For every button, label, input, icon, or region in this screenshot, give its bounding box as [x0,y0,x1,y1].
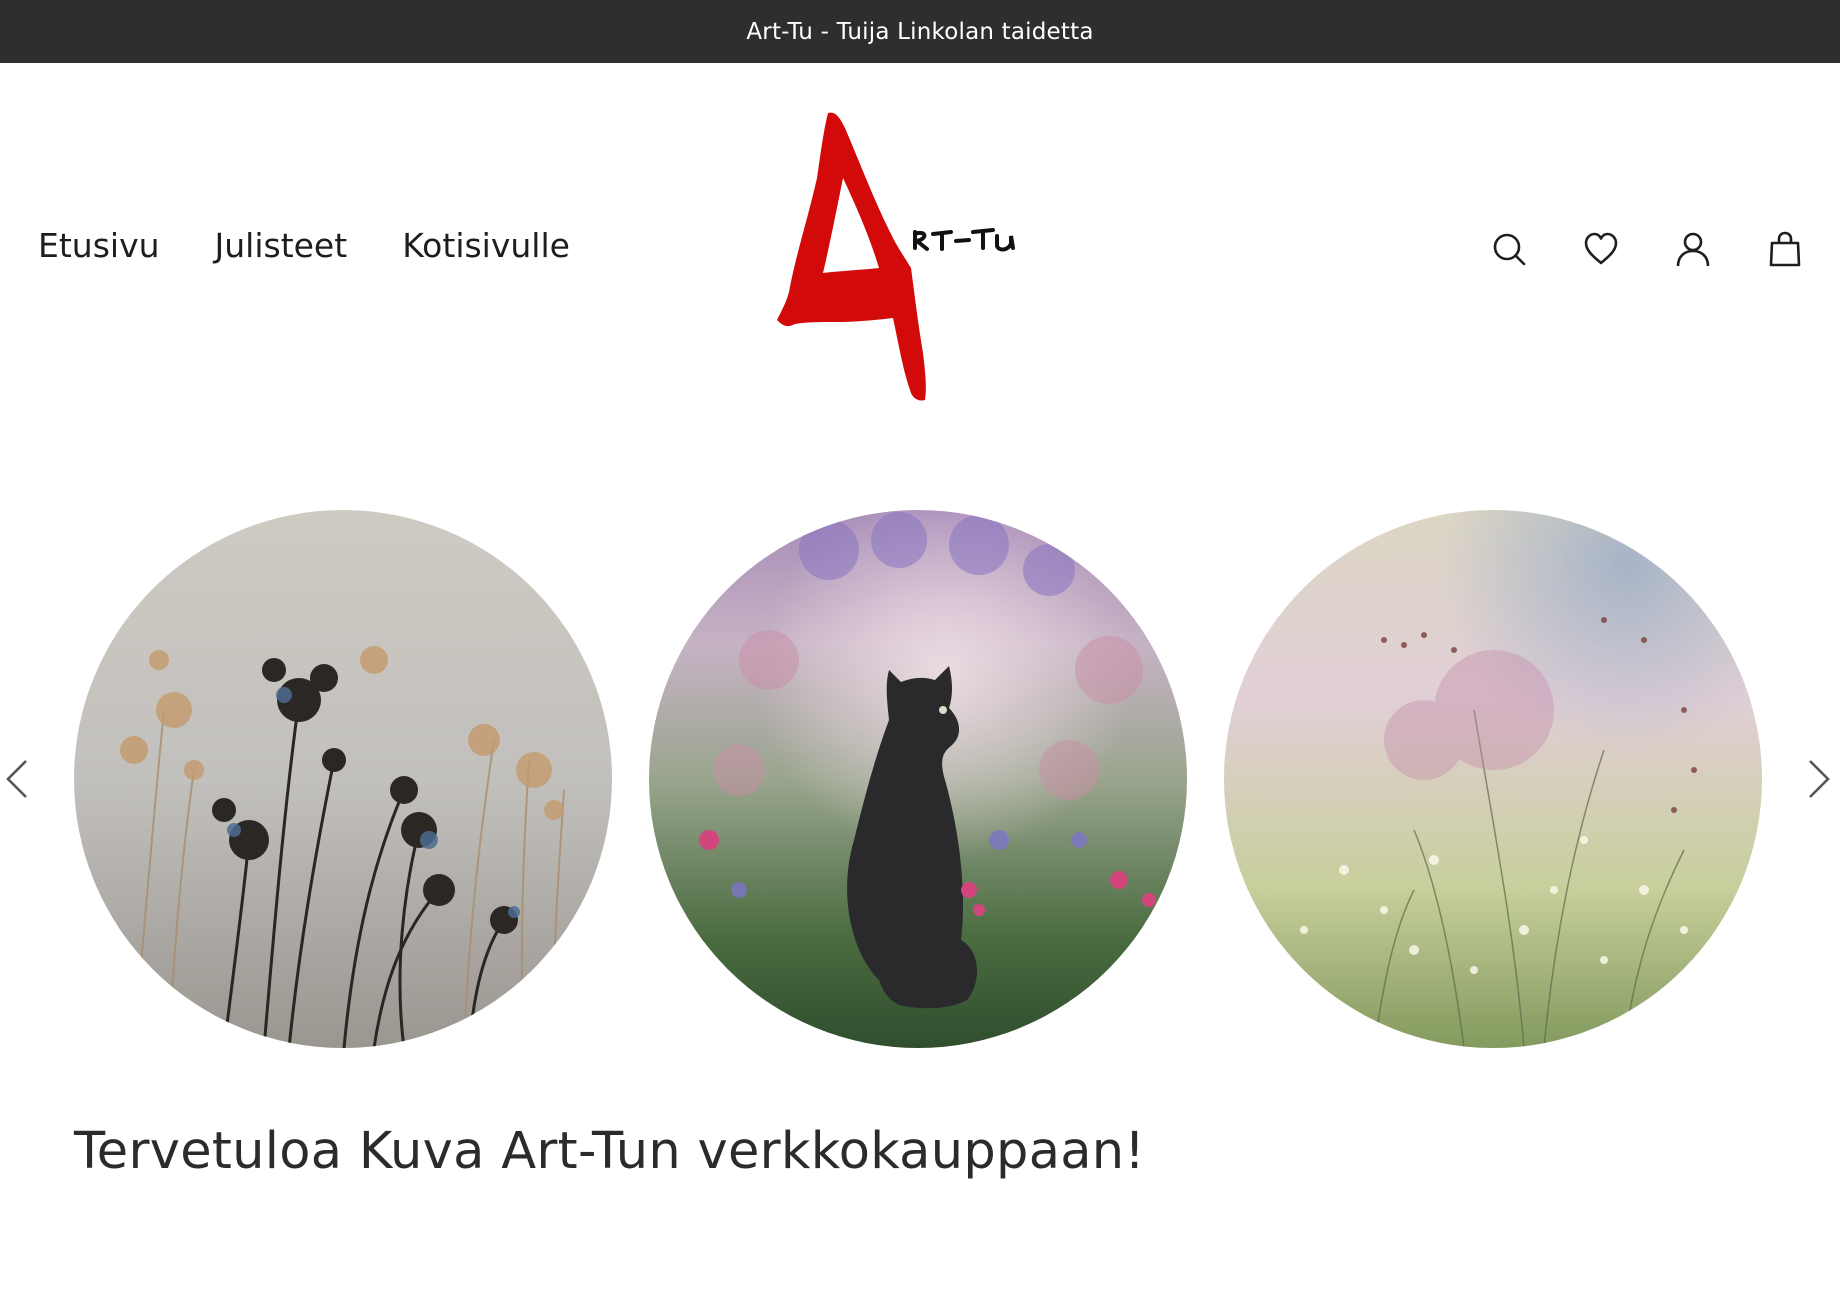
bag-icon[interactable] [1766,230,1804,268]
painting-image [1224,510,1762,1048]
search-icon[interactable] [1490,230,1528,268]
announcement-text: Art-Tu - Tuija Linkolan taidetta [746,18,1094,45]
carousel-slide-meadow[interactable] [1224,510,1762,1048]
carousel-slide-black-cat[interactable] [649,510,1187,1048]
carousel-slide-dried-flowers[interactable] [74,510,612,1048]
nav-item-kotisivulle[interactable]: Kotisivulle [402,226,570,265]
chevron-left-icon[interactable] [2,757,32,801]
art-tu-logo-mark [777,112,1015,401]
nav-item-julisteet[interactable]: Julisteet [215,226,348,265]
chevron-right-icon[interactable] [1804,757,1834,801]
main-nav: Etusivu Julisteet Kotisivulle [38,226,570,265]
nav-item-etusivu[interactable]: Etusivu [38,226,160,265]
site-logo[interactable] [775,108,1075,403]
announcement-bar: Art-Tu - Tuija Linkolan taidetta [0,0,1840,63]
welcome-heading: Tervetuloa Kuva Art-Tun verkkokauppaan! [74,1122,1146,1181]
painting-image [649,510,1187,1048]
painting-image [74,510,612,1048]
header-actions [1490,230,1804,268]
heart-icon[interactable] [1582,230,1620,268]
user-icon[interactable] [1674,230,1712,268]
